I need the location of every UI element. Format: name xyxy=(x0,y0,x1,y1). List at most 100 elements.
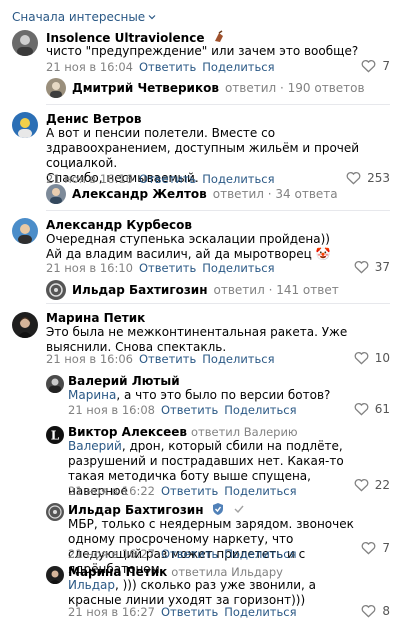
like-button[interactable]: 37 xyxy=(354,260,390,274)
share-button[interactable]: Поделиться xyxy=(202,352,274,366)
divider xyxy=(46,210,390,211)
reply-text: Ильдар, ))) сколько раз уже звонили, а к… xyxy=(68,578,316,607)
comment-author[interactable]: Денис Ветров xyxy=(46,112,141,126)
avatar xyxy=(46,78,66,98)
heart-icon xyxy=(361,542,376,555)
reply-author[interactable]: Валерий Лютый xyxy=(68,374,180,388)
like-count: 7 xyxy=(382,541,390,555)
avatar xyxy=(46,184,66,204)
like-button[interactable]: 7 xyxy=(361,541,390,555)
sort-label: Сначала интересные xyxy=(12,10,146,24)
thread-author: Ильдар Бахтигозин xyxy=(72,283,208,297)
like-button[interactable]: 22 xyxy=(354,478,390,492)
like-count: 10 xyxy=(374,351,390,365)
shield-icon xyxy=(212,503,223,515)
like-button[interactable]: 10 xyxy=(354,351,390,365)
reply-button[interactable]: Ответить xyxy=(139,261,196,275)
thread-preview[interactable]: Дмитрий Четвериков ответил · 190 ответов xyxy=(46,78,365,98)
heart-icon xyxy=(361,60,376,73)
avatar[interactable] xyxy=(12,112,38,138)
like-count: 253 xyxy=(367,171,390,185)
like-button[interactable]: 8 xyxy=(361,604,390,618)
like-count: 61 xyxy=(374,402,390,416)
thread-preview[interactable]: Ильдар Бахтигозин ответил · 141 ответ xyxy=(46,280,339,300)
comment-author[interactable]: Марина Петик xyxy=(46,311,145,325)
comment-author[interactable]: Александр Курбесов xyxy=(46,218,192,232)
like-count: 37 xyxy=(374,260,390,274)
reply-button[interactable]: Ответить xyxy=(139,60,196,74)
svg-text:L: L xyxy=(51,429,60,443)
reply-to-label: ответила Ильдару xyxy=(171,565,283,579)
comment-date[interactable]: 21 ноя в 16:08 xyxy=(68,403,155,417)
reply-button[interactable]: Ответить xyxy=(161,484,218,498)
reply-text: Марина, а что это было по версии ботов? xyxy=(68,388,331,402)
reply-button[interactable]: Ответить xyxy=(161,605,218,619)
comment-date[interactable]: 21 ноя в 16:27 xyxy=(68,547,155,561)
comment-date[interactable]: 21 ноя в 16:10 xyxy=(46,261,133,275)
avatar[interactable] xyxy=(12,218,38,244)
like-count: 8 xyxy=(382,604,390,618)
emoji-icon xyxy=(214,30,223,42)
comment-meta: 21 ноя в 16:06 Ответить Поделиться xyxy=(46,352,275,366)
share-button[interactable]: Поделиться xyxy=(224,403,296,417)
like-button[interactable]: 61 xyxy=(354,402,390,416)
comment-meta: 21 ноя в 16:10 Ответить Поделиться xyxy=(46,261,275,275)
comment-date[interactable]: 21 ноя в 16:27 xyxy=(68,605,155,619)
divider xyxy=(46,303,390,304)
avatar xyxy=(46,280,66,300)
comment-author[interactable]: Insolence Ultraviolence xyxy=(46,30,226,45)
share-button[interactable]: Поделиться xyxy=(202,261,274,275)
share-button[interactable]: Поделиться xyxy=(202,60,274,74)
heart-icon xyxy=(354,403,369,416)
share-button[interactable]: Поделиться xyxy=(224,547,296,561)
share-button[interactable]: Поделиться xyxy=(224,484,296,498)
thread-author: Дмитрий Четвериков xyxy=(72,81,219,95)
checkmark-icon xyxy=(234,505,244,514)
reply-meta: 21 ноя в 16:08 Ответить Поделиться xyxy=(68,403,297,417)
like-button[interactable]: 7 xyxy=(361,59,390,73)
mention-link[interactable]: Валерий xyxy=(68,439,122,453)
comment-date[interactable]: 21 ноя в 16:06 xyxy=(46,352,133,366)
comment-text: Это была не межконтинентальная ракета. У… xyxy=(46,325,348,354)
avatar[interactable] xyxy=(46,375,64,393)
reply-author[interactable]: Марина Петик ответила Ильдару xyxy=(68,565,283,579)
reply-meta: 21 ноя в 16:22 Ответить Поделиться xyxy=(68,484,297,498)
thread-info: ответил · 141 ответ xyxy=(213,283,339,297)
comment-date[interactable]: 21 ноя в 16:04 xyxy=(46,60,133,74)
like-button[interactable]: 253 xyxy=(346,171,390,185)
reply-to-label: ответил Валерию xyxy=(191,425,298,439)
avatar[interactable] xyxy=(12,312,38,338)
thread-preview[interactable]: Александр Желтов ответил · 34 ответа xyxy=(46,184,338,204)
reply-meta: 21 ноя в 16:27 Ответить Поделиться xyxy=(68,547,297,561)
avatar[interactable]: L xyxy=(46,426,64,444)
mention-link[interactable]: Марина xyxy=(68,388,116,402)
mention-link[interactable]: Ильдар xyxy=(68,578,115,592)
comment-text: чисто "предупреждение" или зачем это воо… xyxy=(46,44,359,58)
reply-button[interactable]: Ответить xyxy=(161,403,218,417)
like-count: 22 xyxy=(374,478,390,492)
chevron-down-icon xyxy=(148,15,156,20)
divider xyxy=(46,104,390,105)
heart-icon xyxy=(354,261,369,274)
comment-meta: 21 ноя в 16:04 Ответить Поделиться xyxy=(46,60,275,74)
share-button[interactable]: Поделиться xyxy=(224,605,296,619)
reply-button[interactable]: Ответить xyxy=(139,352,196,366)
reply-button[interactable]: Ответить xyxy=(161,547,218,561)
heart-icon xyxy=(346,172,361,185)
thread-info: ответил · 34 ответа xyxy=(212,187,338,201)
reply-meta: 21 ноя в 16:27 Ответить Поделиться xyxy=(68,605,297,619)
heart-icon xyxy=(361,605,376,618)
comment-text: Очередная ступенька эскалации пройдена))… xyxy=(46,232,331,261)
heart-icon xyxy=(354,479,369,492)
reply-author[interactable]: Виктор Алексеев ответил Валерию xyxy=(68,425,298,439)
avatar[interactable] xyxy=(12,30,38,56)
avatar[interactable] xyxy=(46,566,64,584)
reply-author[interactable]: Ильдар Бахтигозин xyxy=(68,502,246,517)
sort-dropdown[interactable]: Сначала интересные xyxy=(12,10,156,24)
avatar[interactable] xyxy=(46,503,64,521)
comment-date[interactable]: 21 ноя в 16:22 xyxy=(68,484,155,498)
heart-icon xyxy=(354,352,369,365)
thread-author: Александр Желтов xyxy=(72,187,207,201)
like-count: 7 xyxy=(382,59,390,73)
thread-info: ответил · 190 ответов xyxy=(224,81,365,95)
